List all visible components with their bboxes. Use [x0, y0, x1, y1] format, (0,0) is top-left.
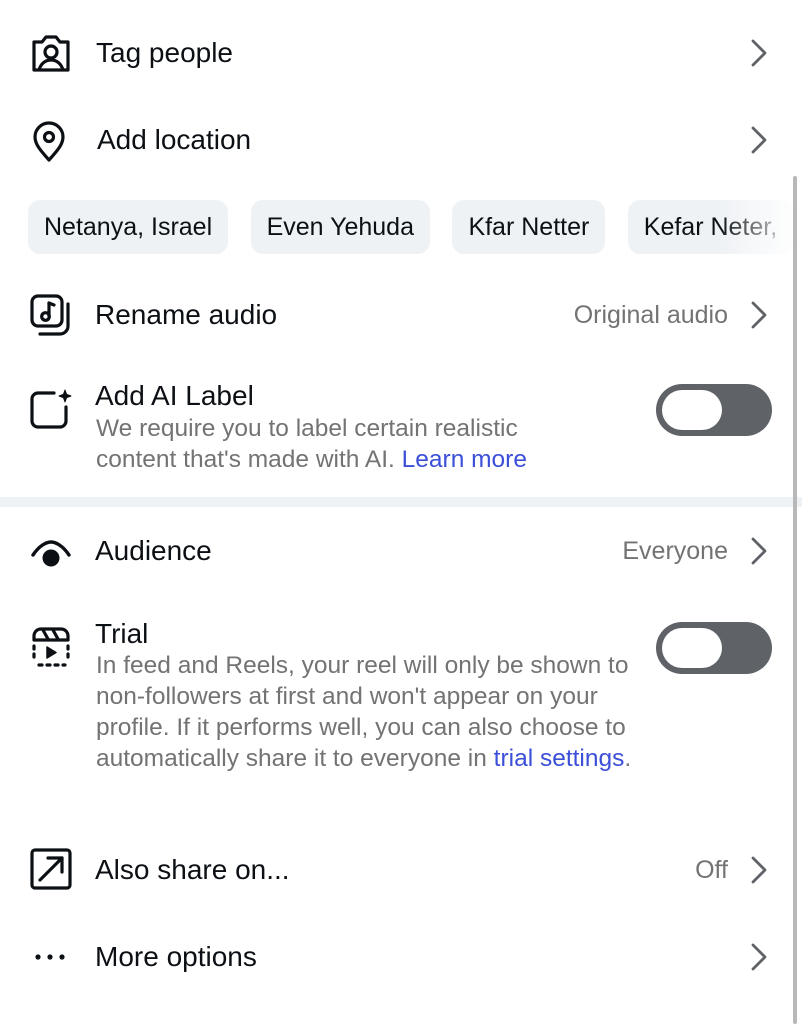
chevron-right-icon [748, 940, 770, 974]
also-share-row[interactable]: Also share on... Off [0, 836, 802, 902]
chevron-right-icon [748, 298, 770, 332]
location-suggestions: Netanya, Israel Even Yehuda Kfar Netter … [28, 200, 802, 254]
trial-row: Trial In feed and Reels, your reel will … [0, 610, 802, 810]
more-options-row[interactable]: More options [0, 924, 802, 990]
audio-icon [28, 292, 74, 338]
rename-audio-value: Original audio [573, 301, 728, 329]
scrollbar[interactable] [793, 176, 797, 1024]
audience-value: Everyone [622, 537, 728, 565]
add-location-label: Add location [97, 124, 252, 155]
more-options-label: More options [95, 941, 257, 972]
location-chip[interactable]: Even Yehuda [250, 200, 430, 254]
tag-people-row[interactable]: Tag people [0, 20, 802, 86]
audience-icon [28, 529, 74, 575]
share-arrow-icon [28, 846, 74, 892]
toggle-knob [662, 390, 722, 430]
chevron-right-icon [748, 534, 770, 568]
rename-audio-row[interactable]: Rename audio Original audio [0, 282, 802, 348]
ai-label-description: We require you to label certain realisti… [96, 413, 596, 475]
chevron-right-icon [748, 853, 770, 887]
location-chip[interactable]: Kefar Neter, [627, 200, 794, 254]
trial-reel-icon [28, 624, 74, 670]
trial-settings-link[interactable]: trial settings [494, 745, 625, 772]
audience-label: Audience [95, 535, 212, 566]
location-chip[interactable]: Netanya, Israel [28, 200, 229, 254]
also-share-label: Also share on... [95, 854, 290, 885]
toggle-knob [662, 628, 722, 668]
chevron-right-icon [748, 36, 770, 70]
trial-description: In feed and Reels, your reel will only b… [96, 650, 641, 774]
tag-people-label: Tag people [96, 37, 234, 68]
learn-more-link[interactable]: Learn more [402, 446, 527, 473]
audience-row[interactable]: Audience Everyone [0, 519, 802, 585]
location-pin-icon [28, 118, 74, 164]
chevron-right-icon [748, 123, 770, 157]
trial-title: Trial [95, 618, 149, 649]
section-divider [0, 497, 802, 507]
location-chip[interactable]: Kfar Netter [452, 200, 606, 254]
tag-people-icon [28, 30, 74, 76]
ai-label-row: Add AI Label We require you to label cer… [0, 372, 802, 482]
trial-toggle[interactable] [656, 622, 772, 674]
ai-label-icon [28, 386, 74, 432]
add-location-row[interactable]: Add location [0, 106, 802, 172]
more-dots-icon [28, 934, 74, 980]
ai-label-toggle[interactable] [656, 384, 772, 436]
ai-label-title: Add AI Label [95, 380, 254, 411]
post-settings-screen: Tag people Add location Netanya, Israel … [0, 0, 802, 1024]
also-share-value: Off [695, 856, 728, 884]
trial-description-suffix: . [624, 745, 632, 772]
rename-audio-label: Rename audio [95, 299, 278, 330]
